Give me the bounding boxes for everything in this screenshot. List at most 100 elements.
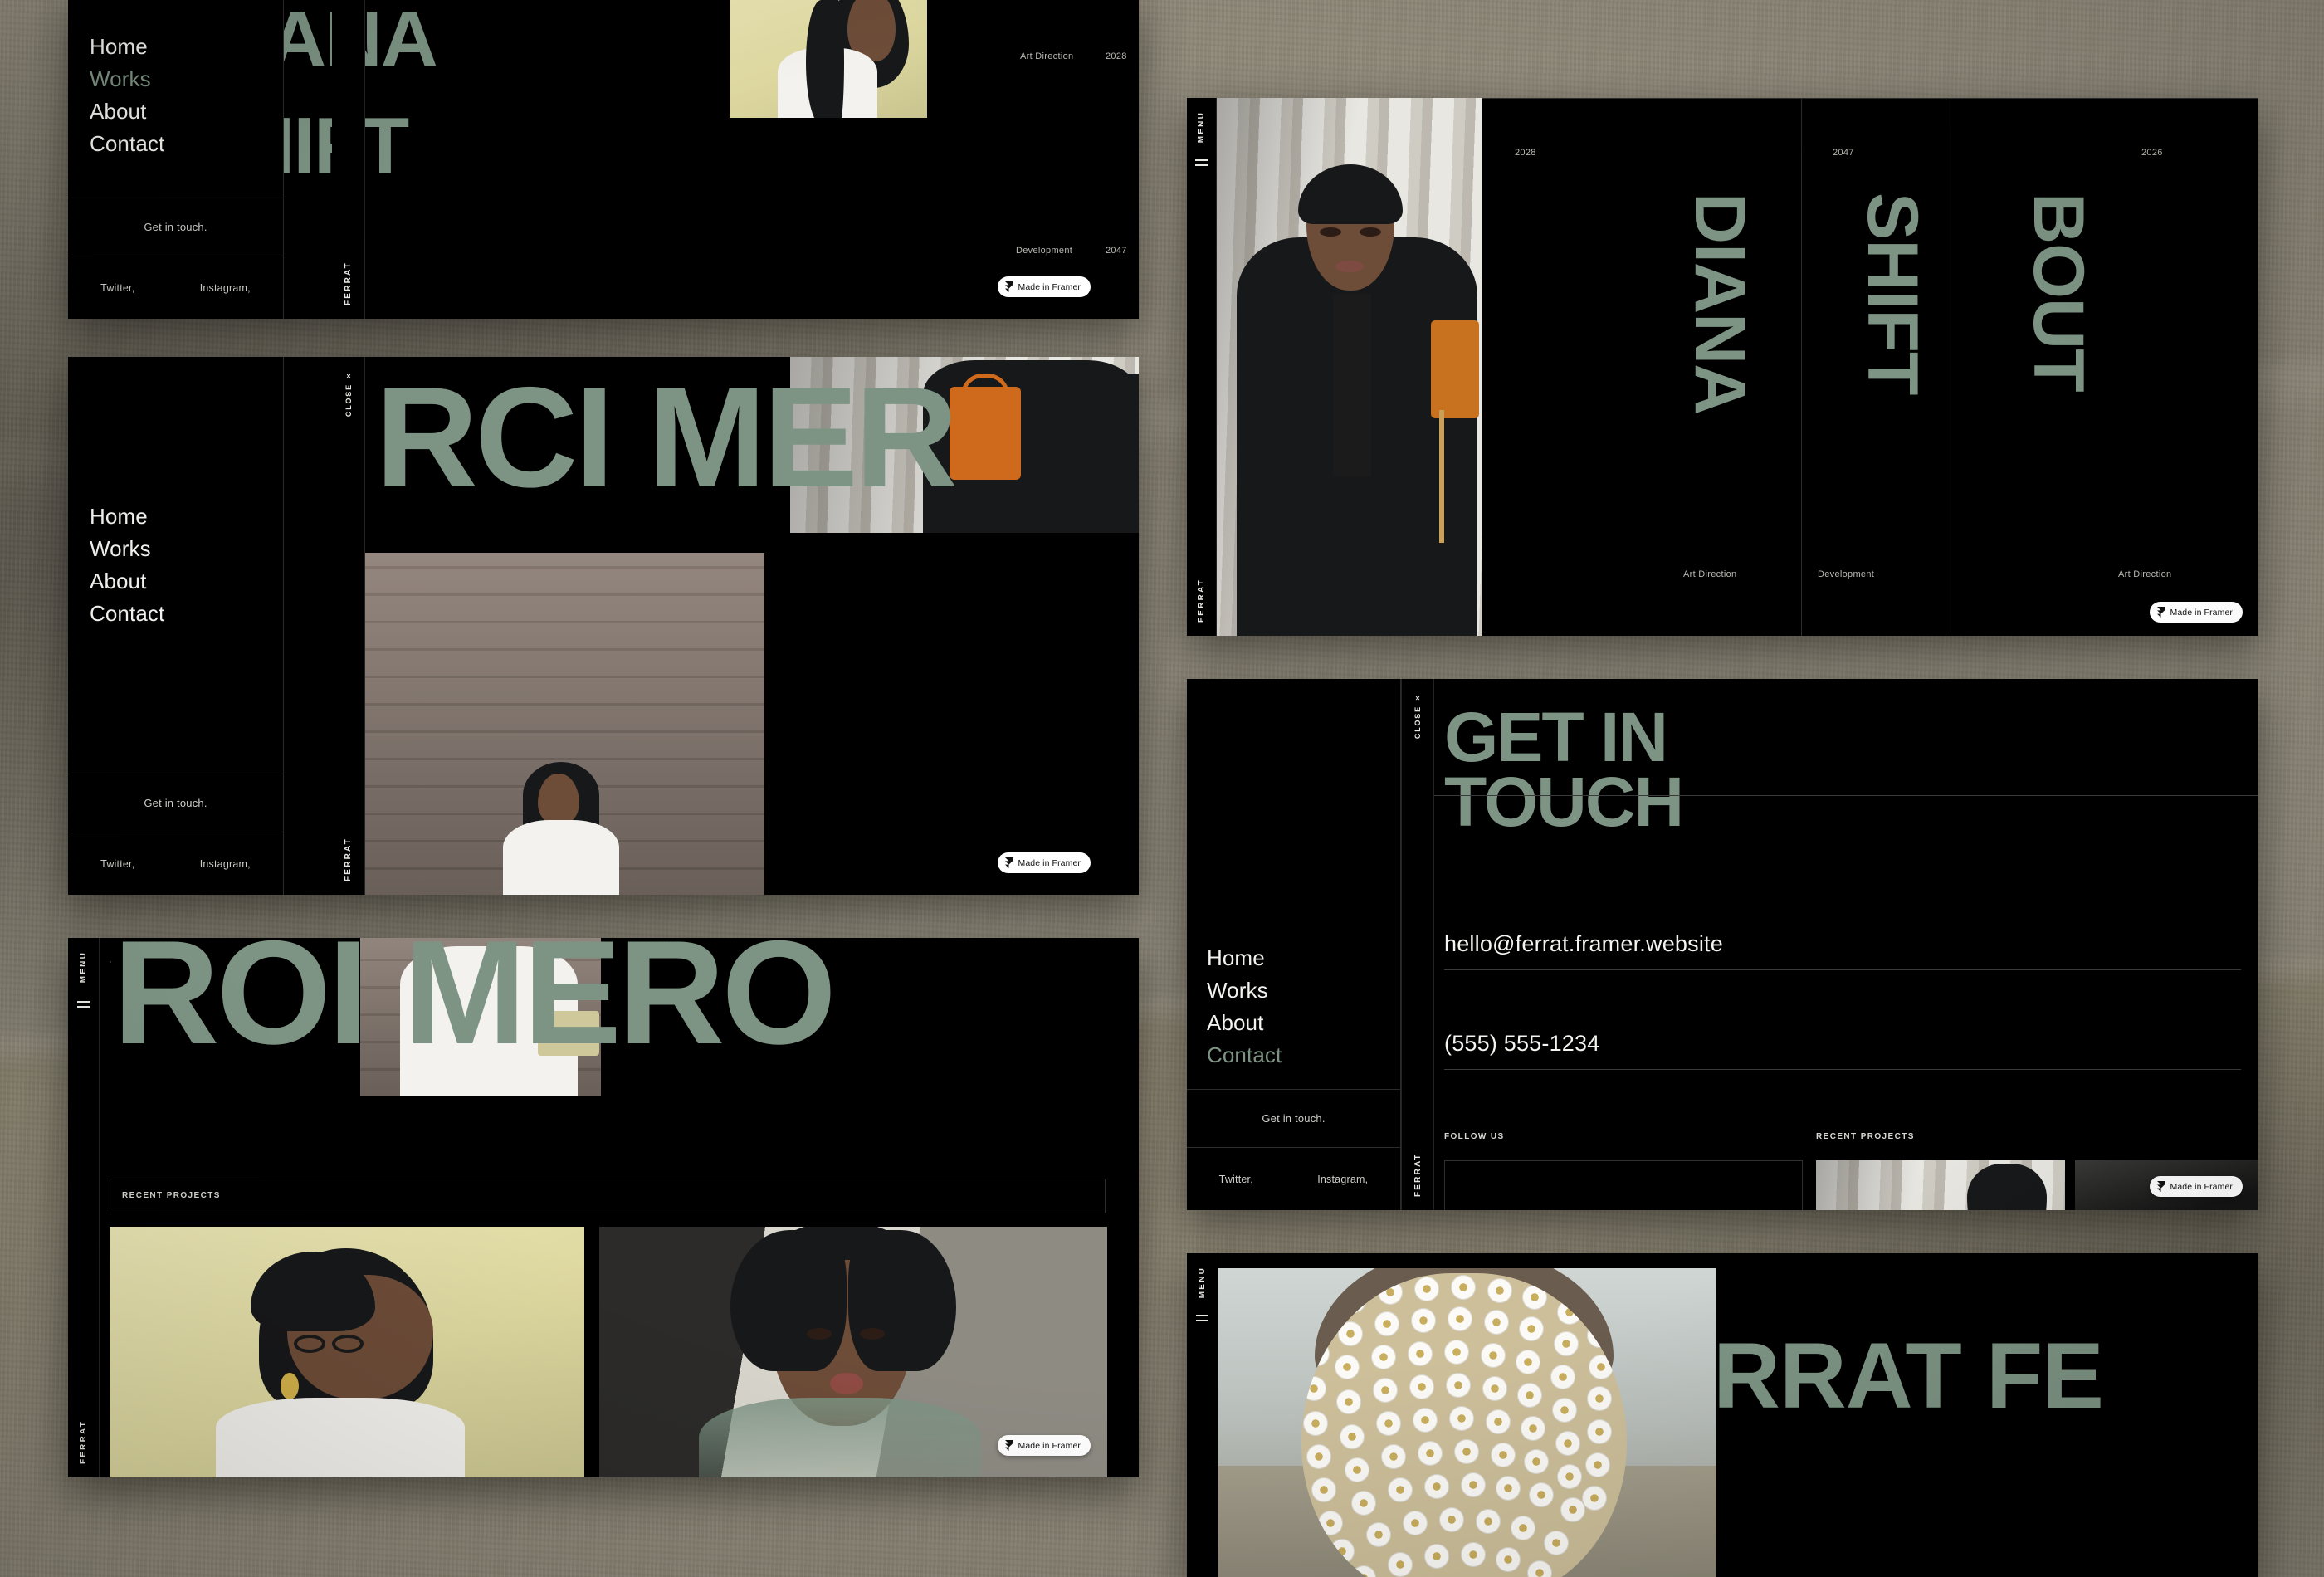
contact-recent-thumb-1[interactable] [1816,1160,2065,1210]
works-grid-photo-1[interactable] [110,1227,584,1477]
nav-item-about[interactable]: About [90,566,283,597]
made-in-framer-label: Made in Framer [1018,1440,1081,1451]
contact-email[interactable]: hello@ferrat.framer.website [1444,931,1723,957]
nav-item-works[interactable]: Works [90,534,283,564]
panel-merci: RCI MER CLOSE × FERRAT Home Works About … [68,357,1139,895]
nav-item-works[interactable]: Works [1207,975,1400,1006]
made-in-framer-label: Made in Framer [2170,607,2233,618]
brand-rail-merci: CLOSE × FERRAT [332,357,365,895]
social-link-twitter[interactable]: Twitter, [100,282,134,294]
nav-item-contact[interactable]: Contact [90,129,283,159]
panel-works-columns: 2028 2047 2026 DIANA SHIFT BOUT Art Dire… [1187,98,2258,636]
works-col-year-1: 2028 [1515,148,1536,158]
made-in-framer-badge-works-columns[interactable]: Made in Framer [2150,602,2243,622]
social-row-merci: Twitter, Instagram, [68,832,283,895]
hamburger-icon-line-2 [1196,1320,1208,1321]
works-col-year-2: 2047 [1833,148,1854,158]
menu-drawer-hero: Home Works About Contact Get in touch. T… [68,0,284,319]
hamburger-icon-line-1 [1196,1315,1208,1316]
nav-item-works[interactable]: Works [90,64,283,95]
works-marquee-headline: ROI MERO [113,938,837,1075]
hamburger-icon-line-2 [77,1006,90,1008]
social-row-contact: Twitter, Instagram, [1187,1147,1400,1210]
works-col-role-2: Development [1818,569,1875,579]
social-row-hero: Twitter, Instagram, [68,256,283,319]
main-nav-hero: Home Works About Contact [68,0,283,198]
get-in-touch-row[interactable]: Get in touch. [68,774,283,832]
social-link-twitter[interactable]: Twitter, [1219,1174,1253,1185]
flowers-marquee-text: RRAT FE [1713,1324,2104,1428]
works-col-title-2: SHIFT [1853,193,1933,395]
hamburger-icon-line-2 [1195,164,1208,166]
made-in-framer-badge-works[interactable]: Made in Framer [998,1435,1091,1456]
framer-icon [1005,1440,1013,1451]
works-columns-model-photo[interactable] [1217,98,1482,636]
brand-rail-flowers: MENU [1187,1253,1218,1577]
made-in-framer-label: Made in Framer [1018,281,1081,292]
menu-drawer-merci: Home Works About Contact Get in touch. T… [68,357,284,895]
nav-item-home[interactable]: Home [90,32,283,62]
close-label-merci[interactable]: CLOSE × [344,370,353,417]
framer-icon [2157,607,2165,618]
nav-item-home[interactable]: Home [90,501,283,532]
get-in-touch-label: Get in touch. [144,221,208,233]
made-in-framer-badge-hero[interactable]: Made in Framer [998,276,1091,297]
framer-icon [1005,857,1013,868]
brand-name-vertical-works: FERRAT [79,1419,88,1464]
get-in-touch-label: Get in touch. [1262,1112,1326,1125]
brand-rail-works: MENU FERRAT [68,938,100,1477]
get-in-touch-label: Get in touch. [144,797,208,809]
menu-label-works[interactable]: MENU [79,951,88,983]
main-nav-contact: Home Works About Contact [1187,679,1400,1089]
brand-rail-hero: FERRAT [332,0,365,319]
hamburger-icon-line-1 [1195,159,1208,161]
brand-name-vertical: FERRAT [344,261,353,305]
merci-center-photo[interactable] [360,553,764,895]
social-link-instagram[interactable]: Instagram, [200,282,251,294]
nav-item-about[interactable]: About [90,96,283,127]
main-nav-merci: Home Works About Contact [68,357,283,774]
hamburger-icon-line-1 [77,1001,90,1003]
nav-item-about[interactable]: About [1207,1008,1400,1038]
get-in-touch-row[interactable]: Get in touch. [68,198,283,256]
brand-name-vertical-works-columns: FERRAT [1197,578,1206,622]
close-label-contact[interactable]: CLOSE × [1413,692,1422,739]
nav-item-contact[interactable]: Contact [90,598,283,629]
hero-project-year-2: 2047 [1106,246,1127,256]
panel-flowers: RRAT FE MENU [1187,1253,2258,1577]
hero-project-role-1: Art Direction [1020,51,1074,61]
brand-name-vertical-contact: FERRAT [1413,1152,1423,1197]
framer-icon [2157,1181,2165,1192]
merci-headline: RCI MER [375,358,958,517]
follow-us-box[interactable] [1444,1160,1803,1210]
get-in-touch-row[interactable]: Get in touch. [1187,1089,1400,1147]
follow-us-label: FOLLOW US [1444,1132,1505,1141]
menu-label-works-columns[interactable]: MENU [1197,111,1206,143]
hero-thumbnail-photo[interactable] [730,0,927,118]
panel-contact: GET IN TOUCH hello@ferrat.framer.website… [1187,679,2258,1210]
panel-marquee-works: ROI MERO RECENT PROJECTS MENU FERRAT Mad… [68,938,1139,1477]
works-col-title-1: DIANA [1680,193,1760,415]
menu-drawer-contact: Home Works About Contact Get in touch. T… [1187,679,1401,1210]
contact-recent-projects-label: RECENT PROJECTS [1816,1132,1915,1141]
social-link-instagram[interactable]: Instagram, [1317,1174,1368,1185]
panel-hero-menu: DIANA SHIFT Art Direction 2028 Developme… [68,0,1139,319]
brand-rail-works-columns: MENU FERRAT [1187,98,1217,636]
social-link-twitter[interactable]: Twitter, [100,858,134,870]
works-col-role-1: Art Direction [1683,569,1737,579]
made-in-framer-label: Made in Framer [2170,1181,2233,1192]
nav-item-home[interactable]: Home [1207,943,1400,974]
social-link-instagram[interactable]: Instagram, [200,858,251,870]
made-in-framer-label: Made in Framer [1018,857,1081,868]
contact-phone[interactable]: (555) 555-1234 [1444,1031,1599,1057]
works-col-year-3: 2026 [2141,148,2163,158]
brand-name-vertical-merci: FERRAT [344,837,353,881]
made-in-framer-badge-merci[interactable]: Made in Framer [998,852,1091,873]
menu-label-flowers[interactable]: MENU [1198,1267,1207,1298]
flowers-photo[interactable] [1218,1268,1716,1577]
contact-headline-1: GET IN [1444,698,1668,776]
hero-project-year-1: 2028 [1106,51,1127,61]
framer-icon [1005,281,1013,292]
nav-item-contact[interactable]: Contact [1207,1040,1400,1071]
made-in-framer-badge-contact[interactable]: Made in Framer [2150,1176,2243,1197]
